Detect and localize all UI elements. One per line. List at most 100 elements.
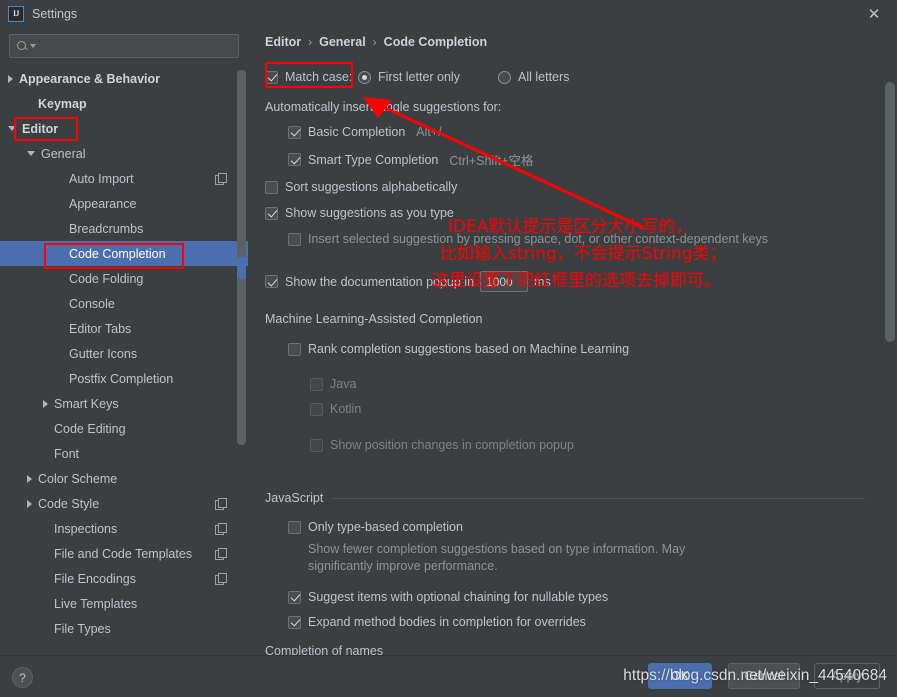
basic-completion-checkbox[interactable]	[288, 125, 301, 139]
doc-popup-delay-input[interactable]: 1000	[480, 271, 529, 292]
sidebar-item-smart-keys[interactable]: Smart Keys	[0, 391, 248, 416]
chevron-down-icon[interactable]	[27, 151, 35, 156]
apply-button[interactable]: Apply	[814, 663, 880, 689]
sidebar-item-label: Inspections	[54, 521, 118, 536]
sidebar-item-general[interactable]: General	[0, 141, 248, 166]
js-optional-chaining-label: Suggest items with optional chaining for…	[308, 590, 609, 604]
sidebar-item-file-types[interactable]: File Types	[0, 616, 248, 641]
sidebar-item-label: File Encodings	[54, 571, 136, 586]
basic-completion-row[interactable]: Basic Completion Alt+/	[288, 125, 442, 139]
sidebar-item-appearance-behavior[interactable]: Appearance & Behavior	[0, 66, 248, 91]
sidebar-item-label: Font	[54, 446, 80, 461]
sort-alphabetically-checkbox[interactable]	[265, 180, 278, 194]
ml-kotlin-checkbox[interactable]	[310, 402, 323, 416]
js-type-based-row[interactable]: Only type-based completion	[288, 520, 463, 534]
ml-rank-row[interactable]: Rank completion suggestions based on Mac…	[288, 342, 629, 356]
sort-alphabetically-row[interactable]: Sort suggestions alphabetically	[265, 180, 457, 194]
chevron-right-icon[interactable]	[27, 474, 32, 483]
sidebar-item-color-scheme[interactable]: Color Scheme	[0, 466, 248, 491]
sidebar-item-console[interactable]: Console	[0, 291, 248, 316]
match-case-label: Match case:	[285, 70, 353, 84]
js-expand-bodies-row[interactable]: Expand method bodies in completion for o…	[288, 615, 586, 629]
doc-popup-row[interactable]: Show the documentation popup in 1000 ms	[265, 271, 551, 292]
match-case-checkbox[interactable]	[265, 70, 278, 84]
chevron-right-icon[interactable]	[27, 499, 32, 508]
first-letter-only-radio[interactable]	[358, 70, 371, 84]
sidebar-item-gutter-icons[interactable]: Gutter Icons	[0, 341, 248, 366]
sidebar-item-auto-import[interactable]: Auto Import	[0, 166, 248, 191]
ok-button[interactable]: OK	[648, 663, 712, 689]
settings-tree: Appearance & Behavior Keymap Editor General…	[0, 64, 248, 641]
js-expand-bodies-checkbox[interactable]	[288, 615, 301, 629]
js-type-based-label: Only type-based completion	[308, 520, 463, 534]
breadcrumb-item-1[interactable]: General	[319, 35, 366, 49]
search-icon	[16, 40, 29, 53]
js-optional-chaining-row[interactable]: Suggest items with optional chaining for…	[288, 590, 608, 604]
sidebar-item-live-templates[interactable]: Live Templates	[0, 591, 248, 616]
sidebar-item-label: Editor Tabs	[69, 321, 132, 336]
auto-insert-header: Automatically insert single suggestions …	[265, 100, 501, 114]
sidebar-item-label: Breadcrumbs	[69, 221, 144, 236]
ml-java-row[interactable]: Java	[310, 377, 356, 391]
cancel-button[interactable]: Cancel	[728, 663, 800, 689]
sidebar-item-inspections[interactable]: Inspections	[0, 516, 248, 541]
sidebar-item-editor[interactable]: Editor	[0, 116, 248, 141]
sidebar-item-code-editing[interactable]: Code Editing	[0, 416, 248, 441]
sidebar-item-editor-tabs[interactable]: Editor Tabs	[0, 316, 248, 341]
sidebar-item-appearance[interactable]: Appearance	[0, 191, 248, 216]
sidebar-item-label: Code Folding	[69, 271, 144, 286]
all-letters-radio[interactable]	[498, 70, 511, 84]
copy-icon[interactable]	[215, 498, 227, 510]
sidebar-scrollbar-marker	[237, 257, 246, 279]
doc-popup-checkbox[interactable]	[265, 275, 278, 288]
insert-selected-row[interactable]: Insert selected suggestion by pressing s…	[288, 232, 768, 246]
all-letters-radio-row[interactable]: All letters	[498, 70, 569, 84]
doc-popup-unit: ms	[534, 274, 551, 289]
sidebar-item-font[interactable]: Font	[0, 441, 248, 466]
copy-icon[interactable]	[215, 523, 227, 535]
show-as-you-type-checkbox[interactable]	[265, 206, 278, 220]
sidebar-item-label: Live Templates	[54, 596, 138, 611]
smart-type-completion-shortcut: Ctrl+Shift+空格	[449, 154, 534, 168]
chevron-down-icon[interactable]	[8, 126, 16, 131]
breadcrumb-item-2[interactable]: Code Completion	[384, 35, 487, 49]
sidebar-item-label: Code Style	[38, 496, 100, 511]
section-divider	[331, 497, 865, 499]
smart-type-completion-checkbox[interactable]	[288, 153, 301, 166]
sidebar-item-label: Color Scheme	[38, 471, 118, 486]
sidebar-item-code-folding[interactable]: Code Folding	[0, 266, 248, 291]
sidebar-item-code-completion[interactable]: Code Completion	[0, 241, 248, 266]
search-input[interactable]	[9, 34, 239, 58]
ml-position-changes-checkbox[interactable]	[310, 438, 323, 452]
insert-selected-checkbox[interactable]	[288, 232, 301, 246]
sidebar-item-label: Auto Import	[69, 171, 134, 186]
sidebar-item-file-encodings[interactable]: File Encodings	[0, 566, 248, 591]
chevron-right-icon[interactable]	[8, 74, 13, 83]
js-type-based-checkbox[interactable]	[288, 520, 301, 534]
ml-java-checkbox[interactable]	[310, 377, 323, 391]
show-as-you-type-row[interactable]: Show suggestions as you type	[265, 206, 454, 220]
intellij-idea-icon: IJ	[8, 5, 24, 22]
ml-position-changes-row[interactable]: Show position changes in completion popu…	[310, 438, 574, 452]
sidebar-item-breadcrumbs[interactable]: Breadcrumbs	[0, 216, 248, 241]
main-scrollbar-thumb[interactable]	[885, 82, 895, 342]
javascript-section-header: JavaScript	[265, 491, 865, 505]
first-letter-only-radio-row[interactable]: First letter only	[358, 70, 460, 84]
help-icon[interactable]: ?	[12, 667, 33, 688]
ml-kotlin-row[interactable]: Kotlin	[310, 402, 361, 416]
breadcrumb-item-0[interactable]: Editor	[265, 35, 301, 49]
sidebar-item-file-and-code-templates[interactable]: File and Code Templates	[0, 541, 248, 566]
sidebar-item-postfix-completion[interactable]: Postfix Completion	[0, 366, 248, 391]
smart-type-completion-row[interactable]: Smart Type Completion Ctrl+Shift+空格	[288, 150, 533, 169]
basic-completion-shortcut: Alt+/	[416, 125, 442, 139]
copy-icon[interactable]	[215, 173, 227, 185]
main-scrollbar-track[interactable]	[883, 27, 897, 655]
close-icon[interactable]: ✕	[861, 3, 887, 25]
js-optional-chaining-checkbox[interactable]	[288, 590, 301, 604]
sidebar-item-keymap[interactable]: Keymap	[0, 91, 248, 116]
sidebar-item-code-style[interactable]: Code Style	[0, 491, 248, 516]
ml-rank-checkbox[interactable]	[288, 342, 301, 356]
chevron-right-icon[interactable]	[43, 399, 48, 408]
copy-icon[interactable]	[215, 573, 227, 585]
copy-icon[interactable]	[215, 548, 227, 560]
